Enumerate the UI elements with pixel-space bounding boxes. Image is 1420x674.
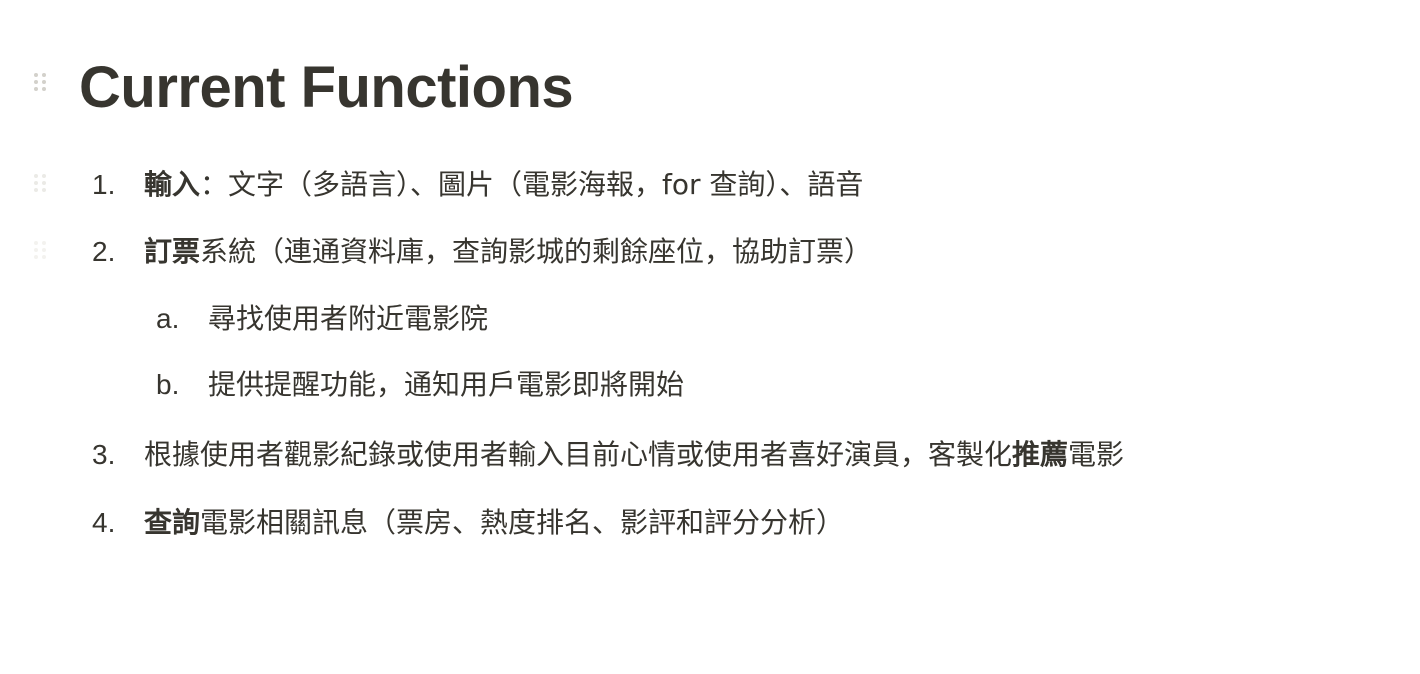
list-item: 4. 查詢電影相關訊息（票房、熱度排名、影評和評分分析）	[0, 501, 1420, 545]
list-item: 2. 訂票系統（連通資料庫，查詢影城的剩餘座位，協助訂票）	[0, 230, 1420, 274]
list-item-pre: 根據使用者觀影紀錄或使用者輸入目前心情或使用者喜好演員，客製化	[144, 438, 1013, 471]
list-item-post: 電影	[1068, 438, 1125, 471]
list-number: 2.	[92, 236, 116, 267]
list-item-text: 輸入：文字（多語言）、圖片（電影海報，for 查詢）、語音	[144, 163, 863, 207]
list-item-rest: 電影相關訊息（票房、熱度排名、影評和評分分析）	[200, 506, 845, 539]
bold-keyword: 輸入	[144, 168, 201, 201]
bold-keyword: 推薦	[1012, 438, 1069, 471]
drag-handle-icon[interactable]	[34, 241, 48, 263]
list-number: 3.	[92, 439, 116, 470]
list-item-text: 根據使用者觀影紀錄或使用者輸入目前心情或使用者喜好演員，客製化推薦電影	[144, 433, 1124, 477]
drag-handle-icon[interactable]	[34, 174, 48, 196]
bold-keyword: 訂票	[144, 235, 201, 268]
bold-keyword: 查詢	[144, 506, 201, 539]
list-item-text: 查詢電影相關訊息（票房、熱度排名、影評和評分分析）	[144, 501, 844, 545]
list-letter: a.	[156, 303, 180, 334]
sub-list-item-text: 尋找使用者附近電影院	[208, 302, 489, 335]
list-item: 1. 輸入：文字（多語言）、圖片（電影海報，for 查詢）、語音	[0, 163, 1420, 207]
list-item-rest: 系統（連通資料庫，查詢影城的剩餘座位，協助訂票）	[200, 235, 873, 268]
sub-list-item: a. 尋找使用者附近電影院	[0, 297, 1420, 341]
list-item-rest: ：文字（多語言）、圖片（電影海報，for 查詢）、語音	[200, 168, 864, 201]
heading-block: Current Functions	[0, 56, 1420, 120]
page-heading: Current Functions	[79, 55, 574, 120]
list-number: 4.	[92, 507, 116, 538]
list-item: 3. 根據使用者觀影紀錄或使用者輸入目前心情或使用者喜好演員，客製化推薦電影	[0, 433, 1420, 477]
drag-handle-icon[interactable]	[34, 73, 48, 95]
list-item-text: 訂票系統（連通資料庫，查詢影城的剩餘座位，協助訂票）	[144, 230, 872, 274]
sub-list-item-text: 提供提醒功能，通知用戶電影即將開始	[208, 368, 685, 401]
list-letter: b.	[156, 369, 180, 400]
sub-list-item: b. 提供提醒功能，通知用戶電影即將開始	[0, 363, 1420, 407]
list-number: 1.	[92, 169, 116, 200]
